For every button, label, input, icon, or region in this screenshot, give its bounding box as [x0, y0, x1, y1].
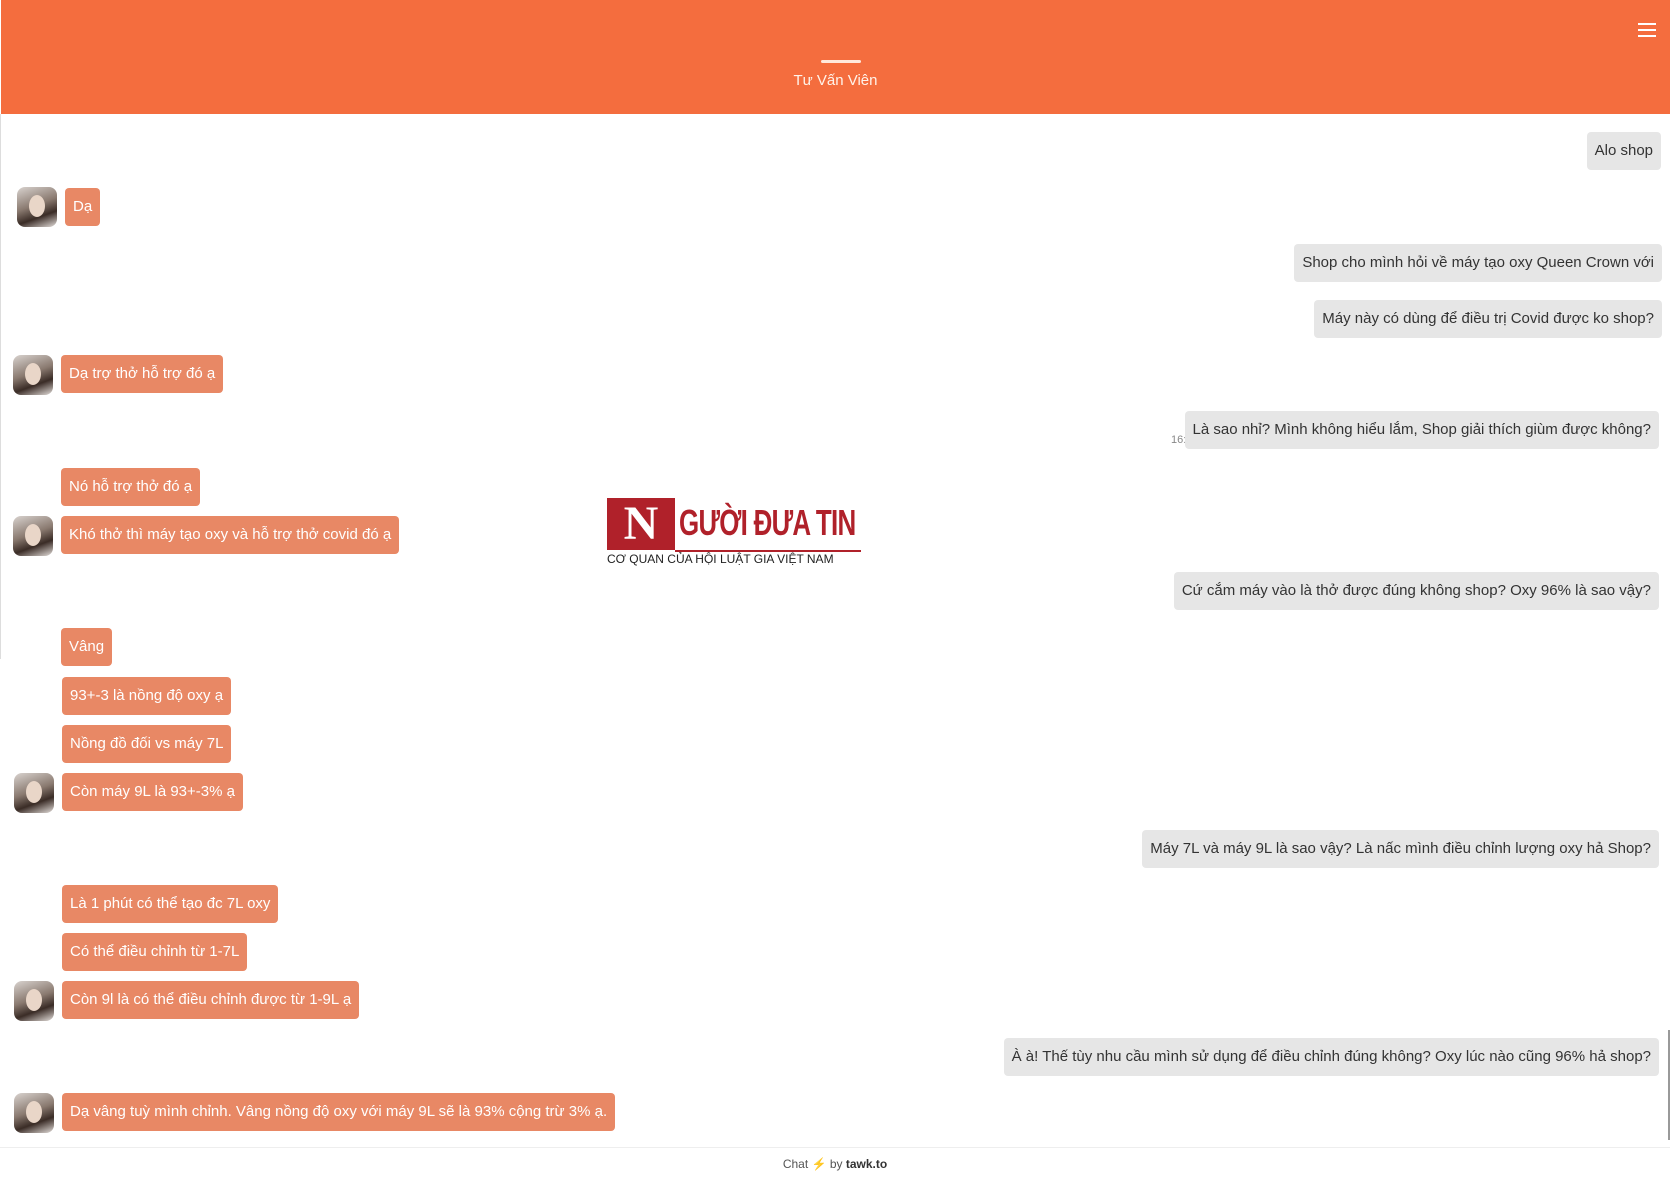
visitor-message: Máy 7L và máy 9L là sao vậy? Là nấc mình…	[1142, 830, 1659, 868]
lightning-icon: ⚡	[811, 1157, 827, 1171]
agent-avatar	[13, 516, 53, 556]
visitor-message: Là sao nhỉ? Mình không hiểu lắm, Shop gi…	[1184, 411, 1659, 449]
visitor-message: Shop cho mình hỏi về máy tạo oxy Queen C…	[1294, 244, 1662, 282]
agent-avatar	[14, 1093, 54, 1133]
agent-message: Dạ trợ thở hỗ trợ đó ạ	[61, 355, 224, 393]
visitor-message: Máy này có dùng để điều trị Covid được k…	[1314, 300, 1662, 338]
agent-message: Có thể điều chỉnh từ 1-7L	[62, 933, 248, 971]
agent-avatar	[14, 773, 54, 813]
logo-text: GƯỜI ĐƯA TIN	[679, 502, 856, 543]
logo-letter: N	[607, 498, 675, 550]
footer-chat: Chat	[782, 1157, 809, 1171]
logo-subtitle: CƠ QUAN CỦA HỘI LUẬT GIA VIỆT NAM	[607, 552, 834, 566]
agent-avatar	[13, 355, 53, 395]
agent-message: Còn 9l là có thể điều chỉnh được từ 1-9L…	[62, 981, 360, 1019]
agent-message: 93+-3 là nồng độ oxy ạ	[62, 677, 232, 715]
agent-message: Dạ vâng tuỳ mình chỉnh. Vâng nồng độ oxy…	[62, 1093, 616, 1131]
chat-header: Tư Vấn Viên	[1, 0, 1670, 114]
agent-message: Còn máy 9L là 93+-3% ạ	[62, 773, 243, 811]
agent-avatar	[14, 981, 54, 1021]
footer-branding[interactable]: Chat ⚡ by tawk.to	[0, 1147, 1670, 1181]
left-border	[0, 114, 1, 659]
hamburger-icon[interactable]	[1638, 23, 1656, 37]
watermark-logo: N GƯỜI ĐƯA TIN CƠ QUAN CỦA HỘI LUẬT GIA …	[607, 498, 862, 566]
visitor-message: Alo shop	[1586, 132, 1661, 170]
agent-avatar	[17, 187, 57, 227]
agent-message: Nó hỗ trợ thở đó ạ	[61, 468, 201, 506]
agent-message: Nồng đồ đối vs máy 7L	[62, 725, 232, 763]
agent-message: Khó thở thì máy tạo oxy và hỗ trợ thở co…	[61, 516, 400, 554]
agent-message: Dạ	[65, 188, 101, 226]
footer-by: by	[829, 1157, 843, 1171]
agent-message: Là 1 phút có thể tạo đc 7L oxy	[62, 885, 279, 923]
visitor-message: À à! Thế tùy nhu cầu mình sử dụng để điề…	[1003, 1038, 1659, 1076]
footer-brand[interactable]: tawk.to	[846, 1157, 887, 1171]
header-divider	[821, 60, 861, 63]
visitor-message: Cứ cắm máy vào là thở được đúng không sh…	[1173, 572, 1659, 610]
agent-message: Vâng	[61, 628, 113, 666]
agent-title: Tư Vấn Viên	[793, 72, 878, 89]
